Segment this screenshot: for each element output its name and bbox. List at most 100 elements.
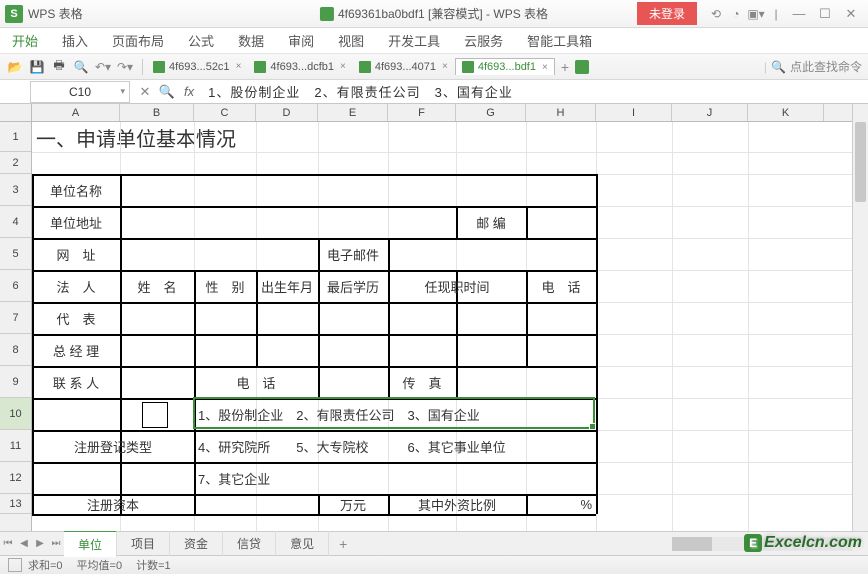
sync-icon[interactable]: ⟲: [707, 7, 725, 21]
col-header-C[interactable]: C: [194, 104, 256, 121]
row-header-5[interactable]: 5: [0, 238, 31, 270]
row-header-1[interactable]: 1: [0, 122, 31, 152]
cell[interactable]: 邮 编: [456, 206, 526, 238]
cell[interactable]: 其中外资比例: [388, 494, 526, 514]
cell[interactable]: 单位地址: [32, 206, 120, 238]
cell[interactable]: 总 经 理: [32, 334, 120, 366]
row-header-4[interactable]: 4: [0, 206, 31, 238]
cell[interactable]: 联 系 人: [32, 366, 120, 398]
cells-area[interactable]: 一、申请单位基本情况 单位名称单位地址邮 编网 址电子邮件法 人姓 名性 别出生…: [32, 122, 852, 531]
undo-icon[interactable]: ↶▾: [94, 58, 112, 76]
menu-data[interactable]: 数据: [238, 31, 264, 50]
cell[interactable]: 代 表: [32, 302, 120, 334]
skin-icon[interactable]: ◔: [727, 7, 745, 21]
accept-fx-icon[interactable]: 🔍: [156, 84, 178, 100]
sheet-tab-0[interactable]: 单位: [64, 530, 117, 557]
sheet-tab-4[interactable]: 意见: [276, 531, 329, 556]
cell[interactable]: 性 别: [194, 270, 256, 302]
vertical-scrollbar[interactable]: [852, 104, 868, 531]
close-tab-icon[interactable]: ×: [340, 61, 346, 72]
menu-pagelayout[interactable]: 页面布局: [112, 31, 164, 50]
file-tab-0[interactable]: 4f693...52c1×: [147, 59, 248, 75]
cell[interactable]: 电 话: [526, 270, 596, 302]
menu-formula[interactable]: 公式: [188, 31, 214, 50]
preview-icon[interactable]: 🔍: [72, 58, 90, 76]
cell[interactable]: 电 话: [194, 366, 318, 398]
row-headers[interactable]: 12345678910111213: [0, 122, 32, 531]
column-headers[interactable]: ABCDEFGHIJK: [32, 104, 852, 122]
menu-icon[interactable]: ▣▾: [747, 7, 765, 21]
row-header-6[interactable]: 6: [0, 270, 31, 302]
menu-smart[interactable]: 智能工具箱: [527, 31, 592, 50]
cell[interactable]: 姓 名: [120, 270, 194, 302]
minimize-button[interactable]: —: [787, 4, 811, 24]
file-tab-1[interactable]: 4f693...dcfb1×: [248, 59, 352, 75]
bookmark-icon[interactable]: [575, 60, 589, 74]
col-header-J[interactable]: J: [672, 104, 748, 121]
select-all-corner[interactable]: [0, 104, 32, 122]
col-header-A[interactable]: A: [32, 104, 120, 121]
sheet-nav-next[interactable]: ▶: [32, 538, 48, 549]
cell[interactable]: 注册资本: [32, 494, 194, 514]
sheet-tab-1[interactable]: 项目: [117, 531, 170, 556]
open-icon[interactable]: 📂: [6, 58, 24, 76]
cell[interactable]: 注册登记类型: [32, 430, 194, 462]
cell[interactable]: 传 真: [388, 366, 456, 398]
col-header-I[interactable]: I: [596, 104, 672, 121]
row-header-9[interactable]: 9: [0, 366, 31, 398]
menu-cloud[interactable]: 云服务: [464, 31, 503, 50]
cell[interactable]: 单位名称: [32, 174, 120, 206]
cell[interactable]: %: [526, 494, 596, 514]
hscroll-thumb[interactable]: [672, 537, 712, 551]
close-tab-icon[interactable]: ×: [542, 62, 548, 73]
scroll-thumb[interactable]: [855, 122, 866, 202]
col-header-H[interactable]: H: [526, 104, 596, 121]
redo-icon[interactable]: ↷▾: [116, 58, 134, 76]
row-header-2[interactable]: 2: [0, 152, 31, 174]
col-header-B[interactable]: B: [120, 104, 194, 121]
col-header-D[interactable]: D: [256, 104, 318, 121]
save-icon[interactable]: 💾: [28, 58, 46, 76]
new-tab-button[interactable]: +: [555, 59, 575, 75]
maximize-button[interactable]: ☐: [813, 4, 837, 24]
row-header-11[interactable]: 11: [0, 430, 31, 462]
row-header-7[interactable]: 7: [0, 302, 31, 334]
close-tab-icon[interactable]: ×: [236, 61, 242, 72]
cell[interactable]: 7、其它企业: [194, 462, 596, 494]
menu-review[interactable]: 审阅: [288, 31, 314, 50]
row-header-10[interactable]: 10: [0, 398, 31, 430]
print-icon[interactable]: 🖶: [50, 58, 68, 76]
cell[interactable]: 网 址: [32, 238, 120, 270]
menu-view[interactable]: 视图: [338, 31, 364, 50]
menu-insert[interactable]: 插入: [62, 31, 88, 50]
cell[interactable]: 任现职时间: [388, 270, 526, 302]
command-search[interactable]: | 🔍 点此查找命令: [764, 58, 862, 75]
formula-input[interactable]: 1、股份制企业 2、有限责任公司 3、国有企业: [200, 82, 868, 101]
row-header-12[interactable]: 12: [0, 462, 31, 494]
cell[interactable]: 万元: [318, 494, 388, 514]
title-cell[interactable]: 一、申请单位基本情况: [32, 122, 236, 152]
name-box[interactable]: C10: [30, 81, 130, 103]
cell[interactable]: 1、股份制企业 2、有限责任公司 3、国有企业: [194, 398, 596, 430]
col-header-E[interactable]: E: [318, 104, 388, 121]
sheet-tab-2[interactable]: 资金: [170, 531, 223, 556]
row-header-13[interactable]: 13: [0, 494, 31, 514]
close-tab-icon[interactable]: ×: [442, 61, 448, 72]
col-header-F[interactable]: F: [388, 104, 456, 121]
row-header-3[interactable]: 3: [0, 174, 31, 206]
col-header-K[interactable]: K: [748, 104, 824, 121]
sheet-nav-last[interactable]: ⏭: [48, 538, 64, 549]
file-tab-2[interactable]: 4f693...4071×: [353, 59, 455, 75]
cell[interactable]: 法 人: [32, 270, 120, 302]
sheet-tab-3[interactable]: 信贷: [223, 531, 276, 556]
cell[interactable]: 出生年月: [256, 270, 318, 302]
add-sheet-button[interactable]: +: [329, 536, 357, 552]
status-icon[interactable]: [8, 558, 22, 572]
close-button[interactable]: ✕: [839, 4, 863, 24]
sheet-nav-first[interactable]: ⏮: [0, 538, 16, 549]
cell[interactable]: 4、研究院所 5、大专院校 6、其它事业单位: [194, 430, 596, 462]
col-header-G[interactable]: G: [456, 104, 526, 121]
fx-icon[interactable]: fx: [178, 84, 200, 99]
menu-start[interactable]: 开始: [12, 31, 38, 50]
spreadsheet-grid[interactable]: ABCDEFGHIJK 12345678910111213 一、申请单位基本情况…: [0, 104, 868, 531]
